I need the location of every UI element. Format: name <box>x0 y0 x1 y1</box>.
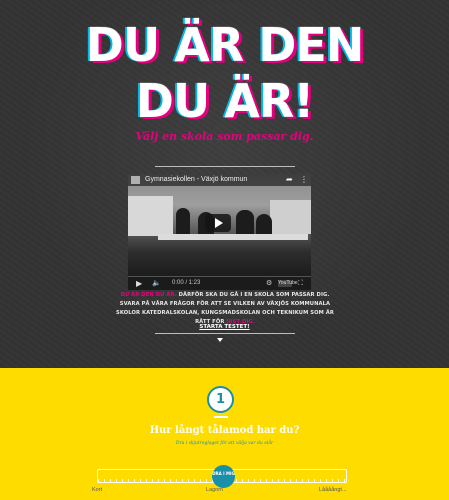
video-controls: ▶ 🔈 0:00 / 1:23 ⚙ YouTube ⛶ <box>128 277 311 290</box>
share-icon[interactable]: ➦ <box>286 174 293 186</box>
hero-section: DU ÄR DEN DU ÄR! Välj en skola som passa… <box>0 0 449 368</box>
intro-text: DU ÄR DEN DU ÄR. DÄRFÖR SKA DU GÅ I EN S… <box>110 291 340 327</box>
question-subtitle: Dra i skjutreglaget för att välja var du… <box>175 441 274 446</box>
video-title-bar[interactable]: Gymnasiekollen - Växjö kommun <box>128 174 311 186</box>
fullscreen-icon[interactable]: ⛶ <box>298 277 303 290</box>
channel-avatar <box>131 176 140 184</box>
video-time: 0:00 / 1:23 <box>172 280 201 286</box>
divider <box>155 333 295 334</box>
chevron-down-icon[interactable] <box>217 338 223 342</box>
slider-label-short: Kort <box>92 487 103 493</box>
volume-icon[interactable]: 🔈 <box>152 277 161 290</box>
youtube-logo-icon[interactable]: YouTube <box>278 280 298 287</box>
question-section: 1 Hur långt tålamod har du? Dra i skjutr… <box>0 368 449 500</box>
video-title[interactable]: Gymnasiekollen - Växjö kommun <box>145 176 247 183</box>
headline-line1: DU ÄR DEN <box>85 18 365 72</box>
question-title: Hur långt tålamod har du? <box>149 425 300 436</box>
more-options-icon[interactable]: ⋮ <box>300 174 308 186</box>
question-number: 1 <box>207 386 234 413</box>
tagline: Välj en skola som passar dig. <box>135 130 314 143</box>
play-icon[interactable]: ▶ <box>136 277 142 290</box>
play-button[interactable] <box>205 214 231 232</box>
settings-gear-icon[interactable]: ⚙ <box>266 277 272 290</box>
slider-label-long: Låååångt... <box>319 487 347 493</box>
divider <box>155 166 295 167</box>
slider-label-medium: Lagom <box>206 487 223 493</box>
intro-highlight: DU ÄR DEN DU ÄR. <box>120 292 177 298</box>
headline-line2: DU ÄR! <box>135 74 315 128</box>
slider-handle[interactable]: DRA I MIG <box>212 465 235 488</box>
start-test-link[interactable]: STARTA TESTET! <box>0 324 449 330</box>
divider <box>214 416 228 418</box>
video-player[interactable]: Gymnasiekollen - Växjö kommun ➦ ⋮ <box>128 174 311 277</box>
